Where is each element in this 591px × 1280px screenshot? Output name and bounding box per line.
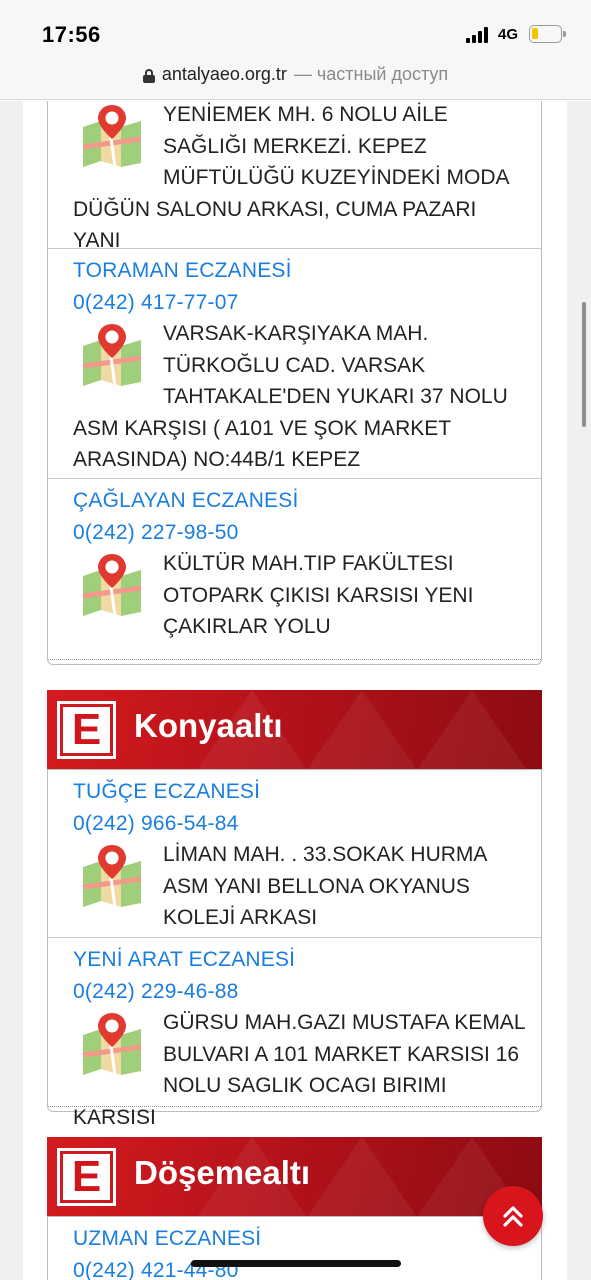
pharmacy-name[interactable]: YENİ ARAT ECZANESİ <box>73 948 295 972</box>
status-time: 17:56 <box>42 22 101 47</box>
page-scrollbar[interactable] <box>582 302 586 427</box>
map-pin-icon[interactable] <box>81 1011 143 1076</box>
region-header-konyaalti: E Konyaaltı <box>47 690 542 770</box>
region-panel-konyaalti: TUĞÇE ECZANESİ 0(242) 966-54-84 LİMAN MA… <box>47 769 543 1129</box>
pharmacy-phone[interactable]: 0(242) 966-54-84 <box>73 812 238 836</box>
pharmacy-entry: TORAMAN ECZANESİ 0(242) 417-77-07 VARSAK… <box>48 249 543 478</box>
region-title: Konyaaltı <box>134 707 283 744</box>
double-chevron-up-icon <box>503 1206 523 1227</box>
address-bar[interactable]: antalyaeo.org.tr — частный доступ <box>0 58 591 100</box>
page-viewport: YENİEMEK MH. 6 NOLU AİLE SAĞLIĞI MERKEZİ… <box>0 101 591 1280</box>
pharmacy-name[interactable]: TORAMAN ECZANESİ <box>73 259 292 283</box>
region-title: Döşemealtı <box>134 1154 311 1191</box>
pharmacy-phone[interactable]: 0(242) 417-77-07 <box>73 291 238 315</box>
pharmacy-address: LİMAN MAH. . 33.SOKAK HURMA ASM YANI BEL… <box>73 839 528 934</box>
map-pin-icon[interactable] <box>81 552 143 617</box>
pharmacy-address: KÜLTÜR MAH.TIP FAKÜLTESI OTOPARK ÇIKISI … <box>73 548 528 643</box>
pharmacy-entry: UZMAN ECZANESİ 0(242) 421-44-80 <box>48 1217 543 1280</box>
pharmacy-entry: TUĞÇE ECZANESİ 0(242) 966-54-84 LİMAN MA… <box>48 770 543 936</box>
pharmacy-entry: YENİEMEK MH. 6 NOLU AİLE SAĞLIĞI MERKEZİ… <box>48 102 543 252</box>
pharmacy-entry: YENİ ARAT ECZANESİ 0(242) 229-46-88 GÜRS… <box>48 938 543 1129</box>
region-panel-kepez: YENİEMEK MH. 6 NOLU AİLE SAĞLIĞI MERKEZİ… <box>47 101 542 665</box>
pharmacy-address: VARSAK-KARŞIYAKA MAH. TÜRKOĞLU CAD. VARS… <box>73 322 508 471</box>
region-header-dosemealti: E Döşemealtı <box>47 1137 542 1217</box>
network-type: 4G <box>498 26 519 43</box>
url-domain: antalyaeo.org.tr <box>161 64 287 84</box>
pharmacy-name[interactable]: UZMAN ECZANESİ <box>73 1227 261 1251</box>
pharmacy-logo: E <box>57 701 116 759</box>
pharmacy-entry: ÇAĞLAYAN ECZANESİ 0(242) 227-98-50 KÜLTÜ… <box>48 479 543 649</box>
pharmacy-name[interactable]: ÇAĞLAYAN ECZANESİ <box>73 489 299 513</box>
lock-icon <box>142 68 155 83</box>
pharmacy-phone[interactable]: 0(242) 227-98-50 <box>73 521 238 545</box>
map-pin-icon[interactable] <box>81 843 143 908</box>
home-indicator[interactable] <box>191 1260 401 1267</box>
battery-low-icon <box>529 25 566 43</box>
status-bar: 17:56 4G <box>0 0 591 58</box>
pharmacy-name[interactable]: TUĞÇE ECZANESİ <box>73 780 260 804</box>
map-pin-icon[interactable] <box>81 322 143 387</box>
pharmacy-logo: E <box>57 1148 116 1206</box>
pharmacy-list: YENİEMEK MH. 6 NOLU AİLE SAĞLIĞI MERKEZİ… <box>23 101 567 1280</box>
pharmacy-address: YENİEMEK MH. 6 NOLU AİLE SAĞLIĞI MERKEZİ… <box>73 103 509 252</box>
map-pin-icon[interactable] <box>81 103 143 168</box>
region-panel-dosemealti: UZMAN ECZANESİ 0(242) 421-44-80 <box>47 1216 542 1280</box>
scroll-to-top-button[interactable] <box>483 1186 543 1246</box>
pharmacy-phone[interactable]: 0(242) 229-46-88 <box>73 980 238 1004</box>
url-private-label: — частный доступ <box>293 64 449 84</box>
cellular-signal-icon <box>466 27 492 43</box>
pharmacy-address: GÜRSU MAH.GAZI MUSTAFA KEMAL BULVARI A 1… <box>73 1011 525 1129</box>
